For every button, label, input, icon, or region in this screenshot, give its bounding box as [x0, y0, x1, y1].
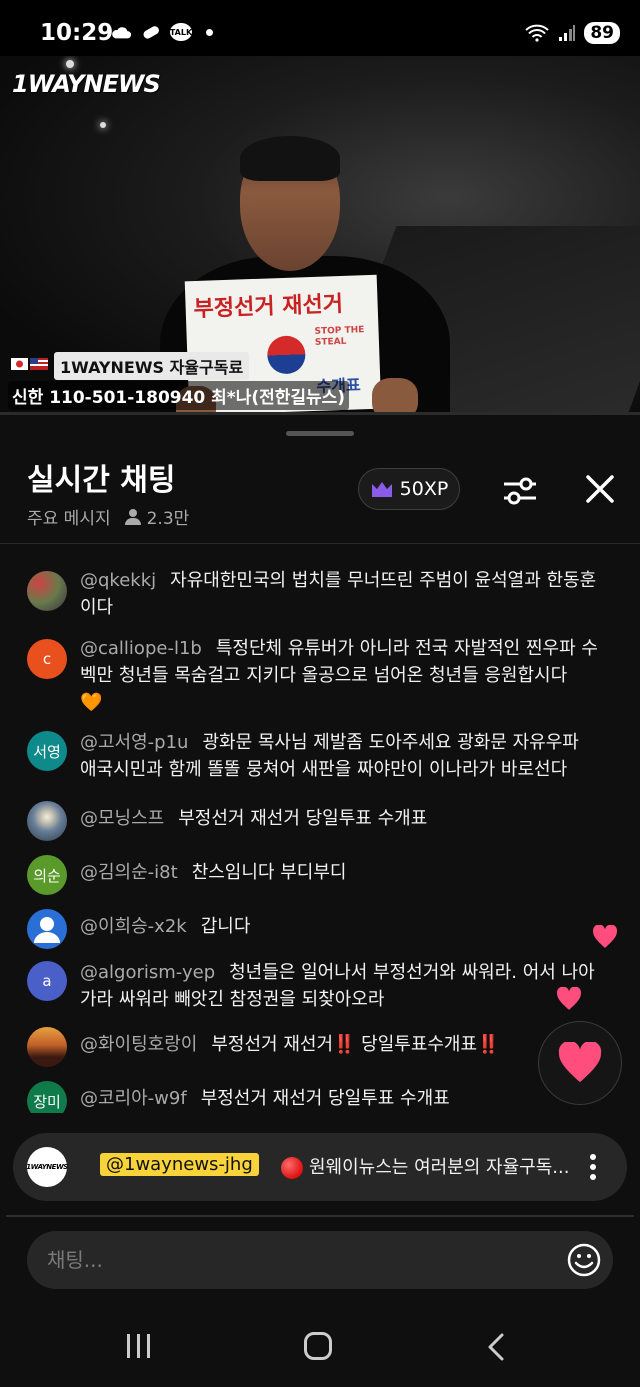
cloud-icon — [112, 27, 132, 39]
taegeuk-symbol — [266, 335, 306, 375]
message-author[interactable]: @코리아-w9f — [80, 1088, 187, 1109]
panel-title: 실시간 채팅 — [27, 463, 176, 498]
chat-input-box[interactable] — [27, 1231, 613, 1289]
chat-input[interactable] — [47, 1231, 547, 1289]
floating-heart-icon — [557, 987, 581, 1010]
like-heart-button[interactable] — [538, 1021, 622, 1105]
avatar[interactable]: a — [27, 961, 67, 1001]
message-text: 갑니다 — [200, 916, 251, 937]
message-body: @코리아-w9f 부정선거 재선거 당일투표 수개표 — [80, 1085, 600, 1112]
crown-icon — [371, 482, 392, 497]
xp-label: 50XP — [399, 478, 449, 500]
heart-icon — [558, 1042, 602, 1083]
kakaotalk-icon: TALK — [170, 23, 192, 41]
wifi-icon — [525, 24, 550, 42]
channel-logo-watermark: 1WAYNEWS — [12, 70, 161, 98]
viewer-count: 2.3만 — [124, 504, 190, 529]
person-icon — [124, 508, 141, 525]
message-body: @모닝스프 부정선거 재선거 당일투표 수개표 — [80, 805, 600, 832]
avatar[interactable] — [27, 571, 67, 611]
message-author[interactable]: @화이팅호랑이 — [80, 1034, 197, 1055]
input-divider — [6, 1215, 634, 1217]
video-streetlight — [66, 60, 74, 68]
floating-heart-icon — [593, 925, 617, 948]
panel-divider — [0, 543, 640, 544]
home-icon[interactable] — [304, 1332, 332, 1360]
message-text: 부정선거 재선거‼️ 당일투표수개표‼️ — [211, 1034, 500, 1055]
xp-button[interactable]: 50XP — [358, 468, 460, 510]
system-navigation-bar — [0, 1300, 640, 1387]
message-author[interactable]: @qkekkj — [80, 570, 156, 591]
message-text: 부정선거 재선거 당일투표 수개표 — [178, 808, 428, 829]
message-author[interactable]: @algorism-yep — [80, 962, 215, 983]
message-body: @김의순-i8t 찬스임니다 부디부디 — [80, 859, 600, 886]
emoji-icon[interactable] — [565, 1241, 603, 1279]
more-options-icon[interactable] — [585, 1151, 601, 1183]
message-body: @calliope-l1b 특정단체 유튜버가 아니라 전국 자발적인 찐우파 수… — [80, 635, 600, 716]
flags-icon — [11, 358, 48, 370]
more-notifications-dot — [206, 28, 213, 36]
recent-apps-icon[interactable] — [125, 1333, 153, 1359]
avatar[interactable]: c — [27, 639, 67, 679]
message-body: @고서영-p1u 광화문 목사님 제발좀 도아주세요 광화문 자유우파 애국시민과… — [80, 729, 600, 783]
message-author[interactable]: @고서영-p1u — [80, 732, 188, 753]
red-circle-icon — [281, 1157, 303, 1179]
video-person-hair — [240, 136, 340, 181]
close-icon[interactable] — [582, 471, 618, 507]
notification-icons: TALK — [110, 23, 213, 41]
subscribe-label: 1WAYNEWS 자율구독료 — [54, 352, 250, 380]
filter-settings-icon[interactable] — [500, 471, 540, 511]
video-streetlight — [100, 122, 106, 128]
avatar[interactable] — [27, 1027, 67, 1067]
drag-handle[interactable] — [286, 431, 354, 436]
chat-message-list[interactable]: @qkekkj 자유대한민국의 법치를 무너뜨린 주범이 윤석열과 한동훈이다 c… — [0, 553, 640, 1113]
avatar[interactable] — [27, 801, 67, 841]
avatar[interactable]: 장미 — [27, 1081, 67, 1113]
status-time: 10:29 — [40, 20, 114, 46]
pinned-message-banner[interactable]: 1WAYNEWS @1waynews-jhg 원웨이뉴스는 여러분의 자율구독.… — [13, 1133, 627, 1201]
message-body: @algorism-yep 청년들은 일어나서 부정선거와 싸워라. 어서 나아가… — [80, 959, 600, 1013]
subscribe-overlay: 1WAYNEWS 자율구독료 — [10, 352, 250, 380]
system-status: 89 — [524, 22, 620, 44]
message-author[interactable]: @김의순-i8t — [80, 862, 178, 883]
avatar[interactable]: 의순 — [27, 855, 67, 895]
video-hand-right — [372, 378, 418, 412]
sign-text: 부정선거 재선거 — [193, 291, 344, 323]
video-player[interactable]: 부정선거 재선거 STOP THE STEAL 수개표 1WAYNEWS 1WA… — [0, 56, 640, 412]
message-author[interactable]: @이희승-x2k — [80, 916, 187, 937]
message-text: 찬스임니다 부디부디 — [191, 862, 347, 883]
channel-avatar[interactable]: 1WAYNEWS — [26, 1147, 68, 1187]
avatar[interactable]: 서영 — [27, 731, 67, 771]
signal-icon — [559, 25, 576, 41]
pinned-author-tag[interactable]: @1waynews-jhg — [100, 1153, 259, 1176]
message-text: 자유대한민국의 법치를 무너뜨린 주범이 윤석열과 한동훈이다 — [80, 570, 597, 618]
message-author[interactable]: @모닝스프 — [80, 808, 164, 829]
message-body: @이희승-x2k 갑니다 — [80, 913, 600, 940]
bank-account-caption: 신한 110-501-180940 최*나(전한길뉴스) — [8, 381, 350, 410]
message-body: @화이팅호랑이 부정선거 재선거‼️ 당일투표수개표‼️ — [80, 1031, 600, 1058]
battery-indicator: 89 — [584, 22, 620, 44]
chat-mode-row: 주요 메시지 2.3만 — [27, 504, 189, 529]
chat-mode-selector[interactable]: 주요 메시지 — [27, 504, 111, 529]
message-author[interactable]: @calliope-l1b — [80, 638, 202, 659]
message-text: 부정선거 재선거 당일투표 수개표 — [200, 1088, 450, 1109]
viewer-count-value: 2.3만 — [146, 509, 190, 529]
avatar[interactable] — [27, 909, 67, 949]
back-icon[interactable] — [484, 1332, 508, 1362]
message-body: @qkekkj 자유대한민국의 법치를 무너뜨린 주범이 윤석열과 한동훈이다 — [80, 567, 600, 621]
default-user-icon — [34, 917, 60, 943]
sign-stop-text: STOP THE STEAL — [314, 325, 365, 348]
status-bar: 10:29 TALK 89 — [0, 0, 640, 62]
pinned-message-text: 원웨이뉴스는 여러분의 자율구독... — [309, 1157, 570, 1178]
pill-icon — [143, 26, 159, 39]
orange-heart-emoji: 🧡 — [80, 692, 103, 713]
